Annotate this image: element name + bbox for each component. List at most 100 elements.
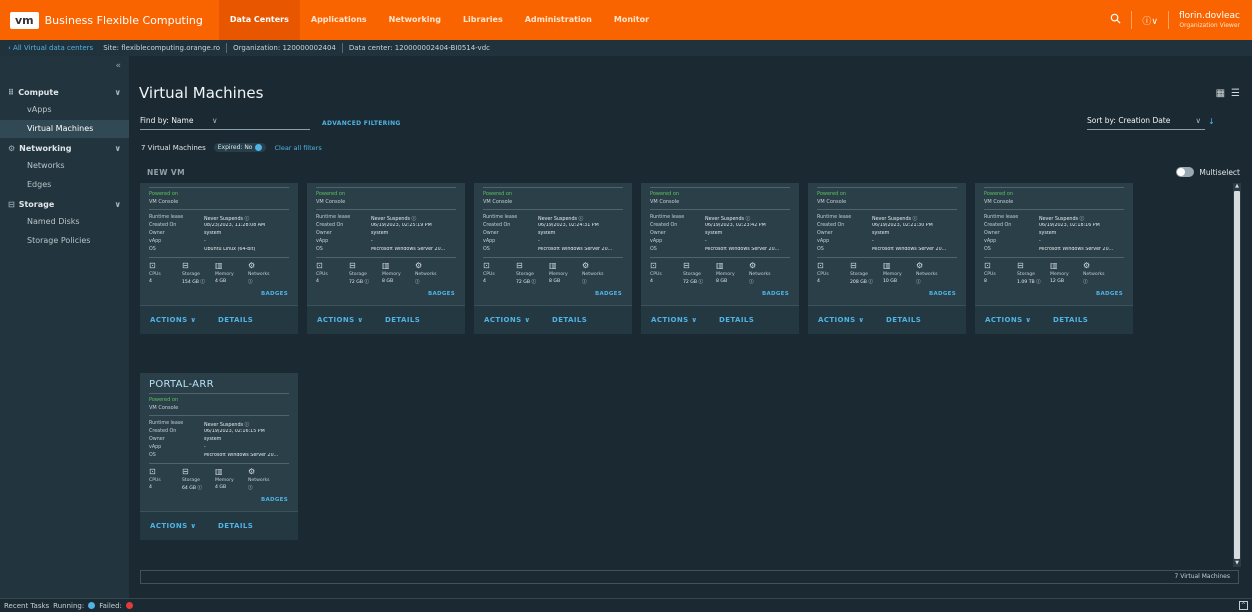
nav-tab-networking[interactable]: Networking	[378, 0, 452, 40]
storage-icon: ⊟	[683, 261, 690, 270]
details-button[interactable]: DETAILS	[218, 522, 253, 530]
badges-link[interactable]: BADGES	[261, 497, 288, 503]
vm-console-link[interactable]: VM Console	[817, 199, 846, 205]
new-vm-button[interactable]: NEW VM	[147, 168, 185, 177]
field-value-lease[interactable]: Never Suspends ⓘ	[204, 421, 294, 428]
badges-link[interactable]: BADGES	[428, 291, 455, 297]
sidebar-item-storage-policies[interactable]: Storage Policies	[0, 232, 129, 250]
details-button[interactable]: DETAILS	[719, 316, 754, 324]
cpu-icon: ⊡	[316, 261, 323, 270]
sort-by-select[interactable]: Sort by: Creation Date ∨	[1087, 116, 1205, 130]
expand-icon[interactable]: ^	[1239, 601, 1248, 610]
power-status: Powered on	[316, 191, 346, 197]
vm-name[interactable]: DB-1	[817, 183, 843, 184]
field-value-lease[interactable]: Never Suspends ⓘ	[705, 215, 795, 222]
vm-card-grid: SESIZARI Powered on VM Console Runtime leas…	[140, 183, 1243, 567]
page-title: Virtual Machines	[139, 84, 264, 102]
card-view-icon[interactable]: ▦	[1216, 88, 1225, 99]
field-value-lease[interactable]: Never Suspends ⓘ	[371, 215, 461, 222]
field-value-lease[interactable]: Never Suspends ⓘ	[1039, 215, 1129, 222]
app-title[interactable]: Business Flexible Computing	[45, 14, 203, 27]
search-icon[interactable]	[1110, 13, 1121, 27]
sidebar-item-networks[interactable]: Networks	[0, 157, 129, 175]
vm-console-link[interactable]: VM Console	[149, 199, 178, 205]
power-status: Powered on	[483, 191, 513, 197]
sort-direction-icon[interactable]: ↓	[1208, 117, 1215, 126]
vertical-scrollbar[interactable]: ▲ ▼	[1233, 183, 1241, 567]
help-icon[interactable]: ⓘ∨	[1142, 14, 1158, 27]
filter-pill[interactable]: Expired: No	[213, 143, 267, 152]
vm-name[interactable]: PORTAL-1	[650, 183, 700, 184]
field-value-lease[interactable]: Never Suspends ⓘ	[204, 215, 294, 222]
nav-tab-libraries[interactable]: Libraries	[452, 0, 514, 40]
nav-tab-applications[interactable]: Applications	[300, 0, 378, 40]
field-value-vapp: -	[204, 239, 206, 244]
actions-button[interactable]: ACTIONS ∨	[317, 316, 364, 324]
details-button[interactable]: DETAILS	[886, 316, 921, 324]
badges-link[interactable]: BADGES	[1096, 291, 1123, 297]
scroll-thumb[interactable]	[1234, 191, 1240, 559]
multiselect-toggle[interactable]: Multiselect	[1176, 167, 1240, 177]
clear-filters-link[interactable]: Clear all filters	[274, 144, 321, 152]
list-view-icon[interactable]: ☰	[1231, 88, 1240, 99]
nav-tab-monitor[interactable]: Monitor	[603, 0, 660, 40]
vm-name[interactable]: SESIZARI	[149, 183, 197, 184]
scroll-up-icon[interactable]: ▲	[1233, 183, 1241, 190]
remove-filter-icon[interactable]	[255, 144, 263, 151]
vm-console-link[interactable]: VM Console	[316, 199, 345, 205]
nav-tab-administration[interactable]: Administration	[514, 0, 603, 40]
field-value-vapp: -	[872, 239, 874, 244]
sidebar-item-edges[interactable]: Edges	[0, 176, 129, 194]
vm-card: DB-1 Powered on VM Console Runtime lease Nev…	[808, 183, 966, 334]
user-menu[interactable]: florin.dovleac Organization Viewer	[1179, 11, 1240, 29]
field-label-runtime-lease: Runtime lease	[149, 421, 184, 426]
power-status: Powered on	[149, 191, 179, 197]
sidebar-group-storage[interactable]: ⊟ Storage ∨	[0, 195, 129, 213]
vm-card: SESIZARI Powered on VM Console Runtime leas…	[140, 183, 298, 334]
details-button[interactable]: DETAILS	[218, 316, 253, 324]
double-chevron-left-icon[interactable]: «	[115, 61, 121, 71]
badges-link[interactable]: BADGES	[261, 291, 288, 297]
details-button[interactable]: DETAILS	[1053, 316, 1088, 324]
actions-button[interactable]: ACTIONS ∨	[818, 316, 865, 324]
actions-button[interactable]: ACTIONS ∨	[985, 316, 1032, 324]
field-value-lease[interactable]: Never Suspends ⓘ	[538, 215, 628, 222]
sidebar-item-virtual-machines[interactable]: Virtual Machines	[0, 120, 129, 138]
power-status: Powered on	[984, 191, 1014, 197]
badges-link[interactable]: BADGES	[929, 291, 956, 297]
recent-tasks-label[interactable]: Recent Tasks	[4, 602, 49, 610]
chevron-down-icon: ∨	[212, 116, 218, 125]
actions-button[interactable]: ACTIONS ∨	[150, 522, 197, 530]
sidebar-group-networking[interactable]: ⚙ Networking ∨	[0, 139, 129, 157]
vm-console-link[interactable]: VM Console	[149, 405, 178, 411]
header-divider	[1131, 11, 1133, 29]
vm-console-link[interactable]: VM Console	[483, 199, 512, 205]
back-link[interactable]: ‹ All Virtual data centers	[8, 44, 93, 52]
vm-name[interactable]: PORTAL-ARR	[149, 379, 214, 390]
actions-button[interactable]: ACTIONS ∨	[484, 316, 531, 324]
resource-label-memory: Memory	[716, 272, 735, 277]
sidebar-item-vapps[interactable]: vApps	[0, 101, 129, 119]
vm-name[interactable]: APP	[316, 183, 336, 184]
sidebar-item-named-disks[interactable]: Named Disks	[0, 213, 129, 231]
actions-button[interactable]: ACTIONS ∨	[651, 316, 698, 324]
badges-link[interactable]: BADGES	[762, 291, 789, 297]
vm-console-link[interactable]: VM Console	[650, 199, 679, 205]
badges-link[interactable]: BADGES	[595, 291, 622, 297]
toggle-switch[interactable]	[1176, 167, 1195, 177]
field-value-lease[interactable]: Never Suspends ⓘ	[872, 215, 962, 222]
grid-footer: 7 Virtual Machines	[140, 570, 1239, 584]
sidebar-group-compute[interactable]: ⠿ Compute ∨	[0, 83, 129, 101]
scroll-down-icon[interactable]: ▼	[1233, 560, 1241, 567]
vm-name[interactable]: DMS-1	[984, 183, 1018, 184]
nav-tab-data-centers[interactable]: Data Centers	[218, 0, 300, 40]
find-by-select[interactable]: Find by: Name ∨	[140, 116, 310, 130]
vm-name[interactable]: PORTAL-2	[483, 183, 533, 184]
storage-icon: ⊟	[516, 261, 523, 270]
actions-button[interactable]: ACTIONS ∨	[150, 316, 197, 324]
details-button[interactable]: DETAILS	[552, 316, 587, 324]
resource-value-networks: ⓘ	[749, 280, 754, 285]
details-button[interactable]: DETAILS	[385, 316, 420, 324]
advanced-filtering-link[interactable]: ADVANCED FILTERING	[322, 120, 401, 127]
vm-console-link[interactable]: VM Console	[984, 199, 1013, 205]
